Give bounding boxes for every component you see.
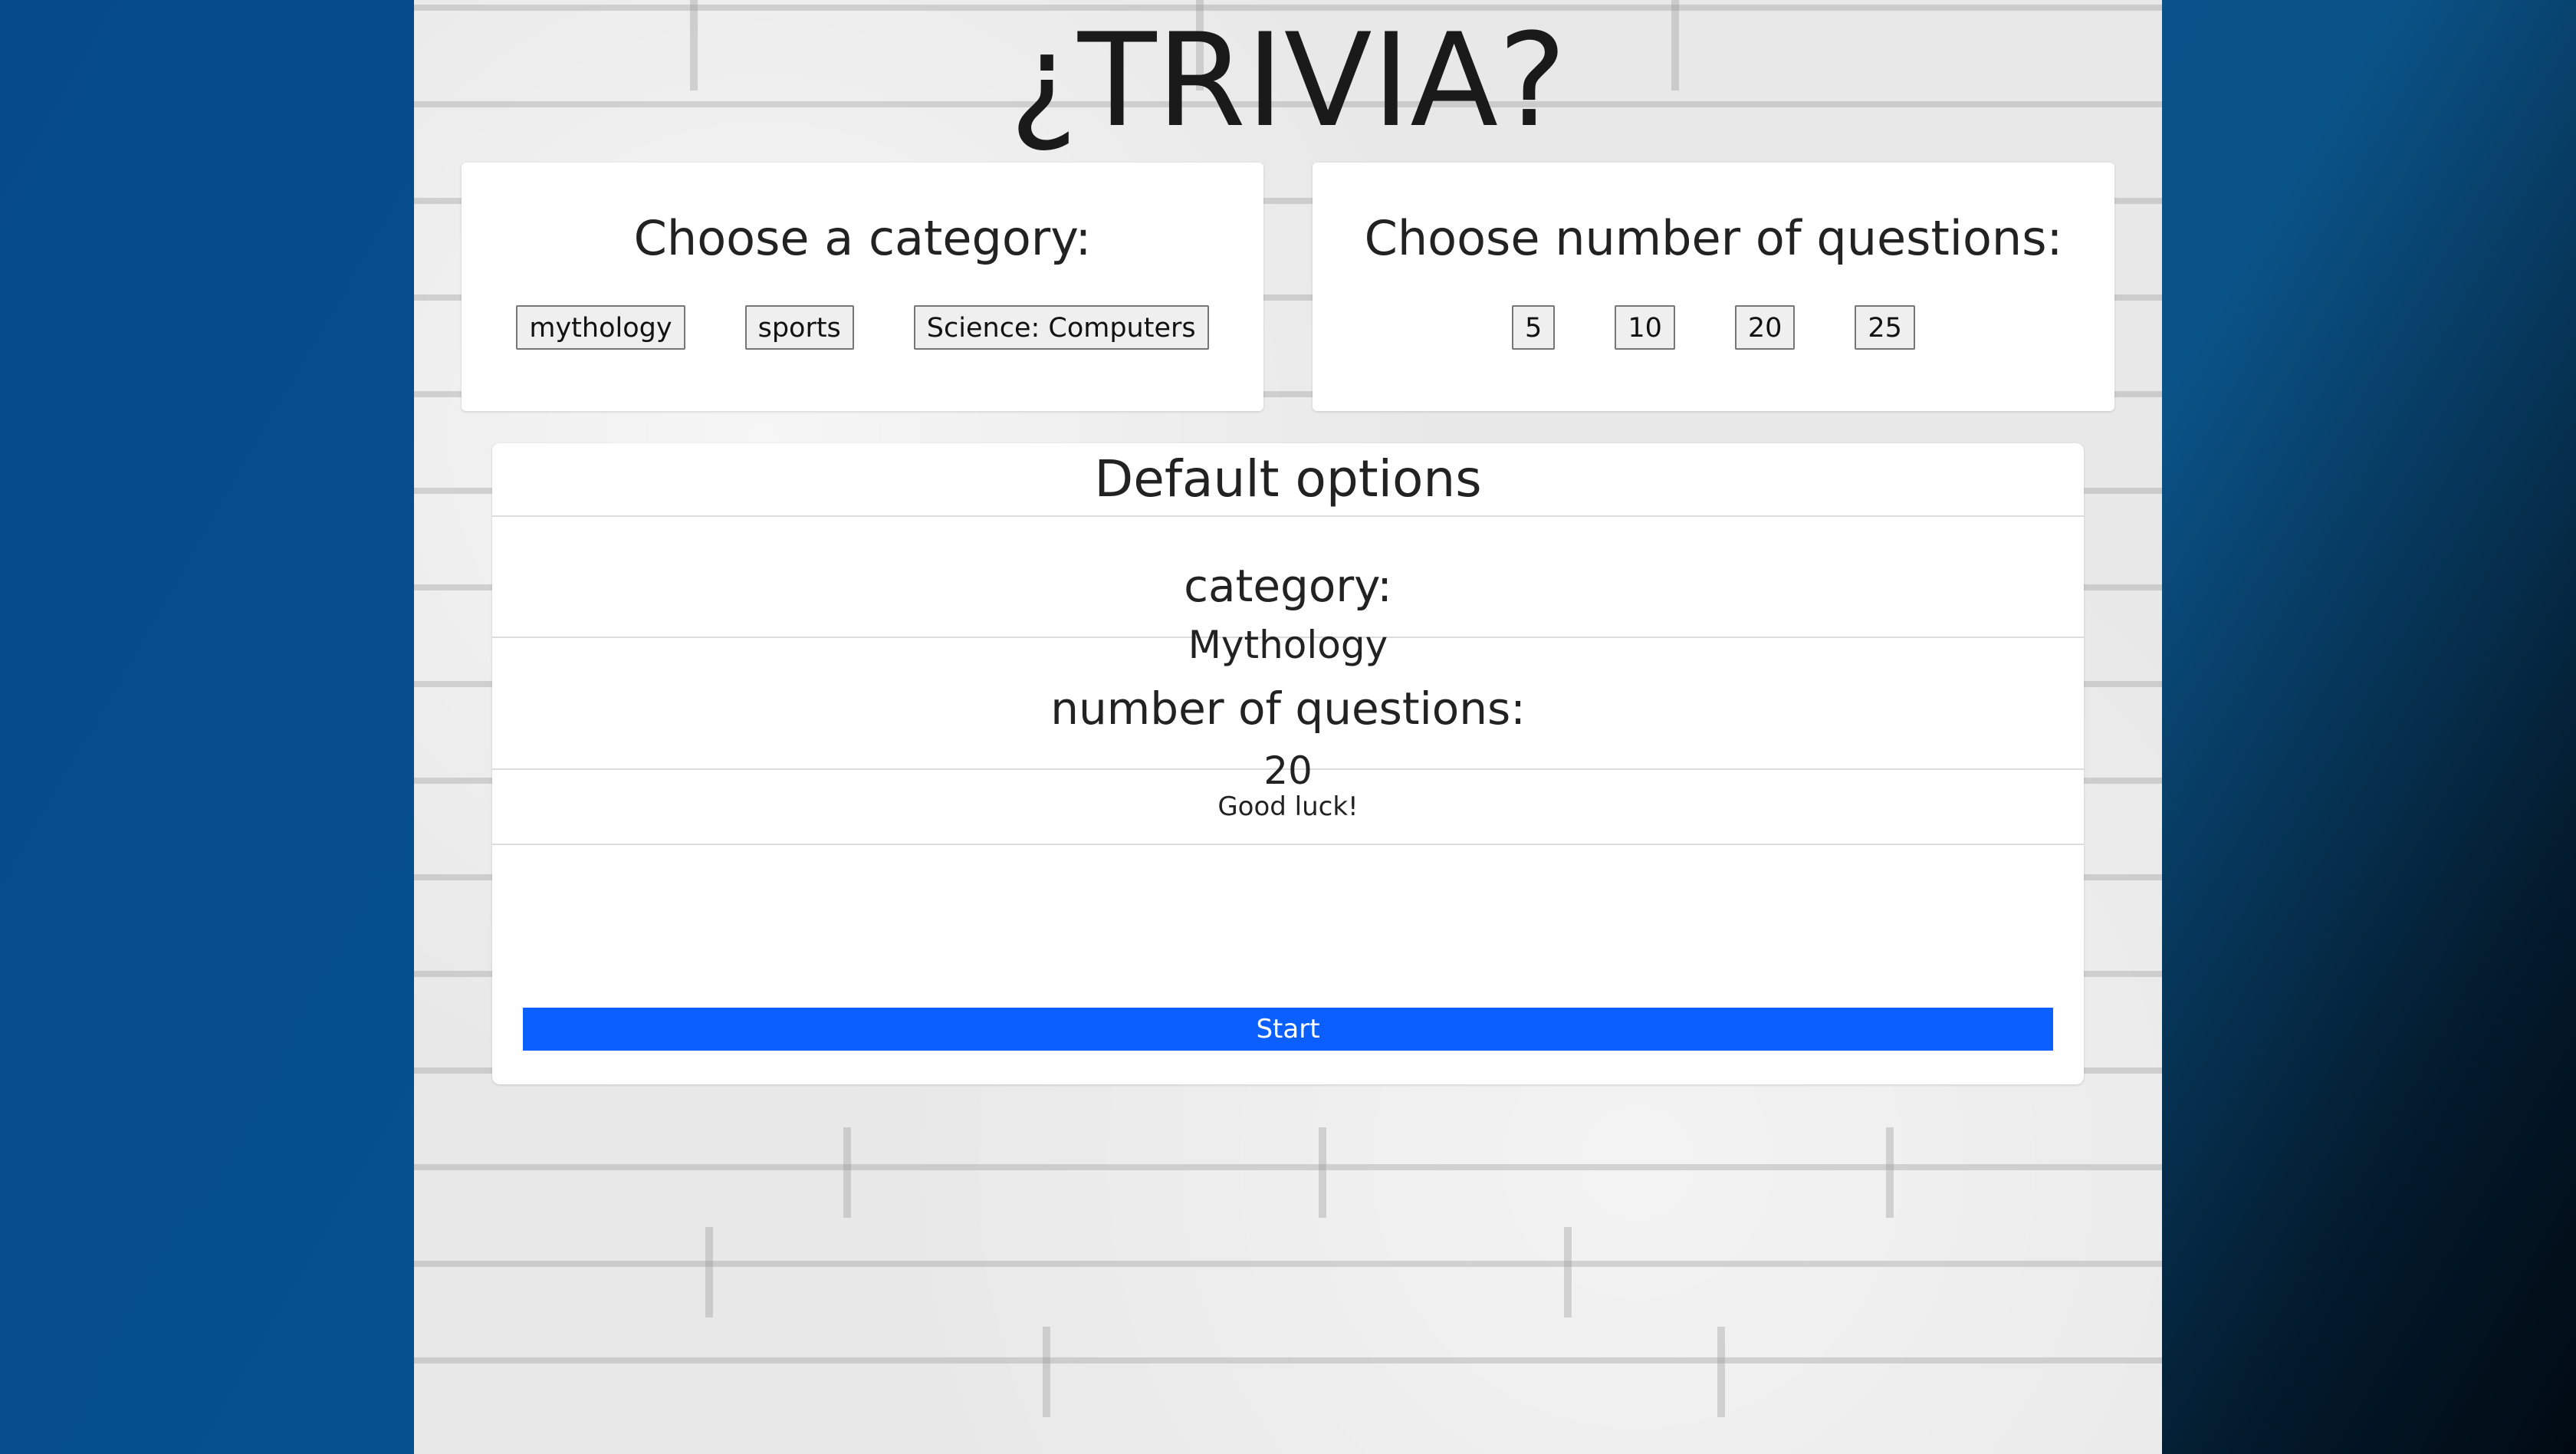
brick-texture xyxy=(705,1227,713,1317)
page-title: ¿TRIVIA? xyxy=(1009,5,1567,156)
brick-texture xyxy=(1043,1327,1050,1417)
category-science-computers-button[interactable]: Science: Computers xyxy=(913,305,1209,350)
brick-texture xyxy=(1564,1227,1572,1317)
default-category-section: category: Mythology xyxy=(492,517,2084,667)
default-category-label: category: xyxy=(1184,560,1392,612)
default-questions-label: number of questions: xyxy=(1050,683,1526,735)
brick-texture xyxy=(1319,1127,1326,1218)
main-panel: ¿TRIVIA? Choose a category: mythology sp… xyxy=(414,0,2162,1454)
brick-texture xyxy=(1717,1327,1725,1417)
default-options-panel: Default options category: Mythology numb… xyxy=(492,443,2084,1084)
default-questions-section: number of questions: 20 xyxy=(492,638,2084,793)
questions-5-button[interactable]: 5 xyxy=(1512,305,1556,350)
good-luck-message: Good luck! xyxy=(492,770,2084,845)
category-options: mythology sports Science: Computers xyxy=(462,305,1263,350)
category-mythology-button[interactable]: mythology xyxy=(516,305,685,350)
category-sports-button[interactable]: sports xyxy=(744,305,854,350)
questions-card: Choose number of questions: 5 10 20 25 xyxy=(1313,163,2114,411)
questions-10-button[interactable]: 10 xyxy=(1615,305,1675,350)
questions-25-button[interactable]: 25 xyxy=(1855,305,1915,350)
questions-heading: Choose number of questions: xyxy=(1364,210,2063,266)
category-heading: Choose a category: xyxy=(633,210,1092,266)
brick-texture xyxy=(843,1127,851,1218)
brick-texture xyxy=(1886,1127,1894,1218)
default-options-header: Default options xyxy=(492,443,2084,517)
start-button[interactable]: Start xyxy=(523,1008,2053,1051)
questions-20-button[interactable]: 20 xyxy=(1734,305,1796,350)
questions-options: 5 10 20 25 xyxy=(1313,305,2114,350)
category-card: Choose a category: mythology sports Scie… xyxy=(462,163,1263,411)
